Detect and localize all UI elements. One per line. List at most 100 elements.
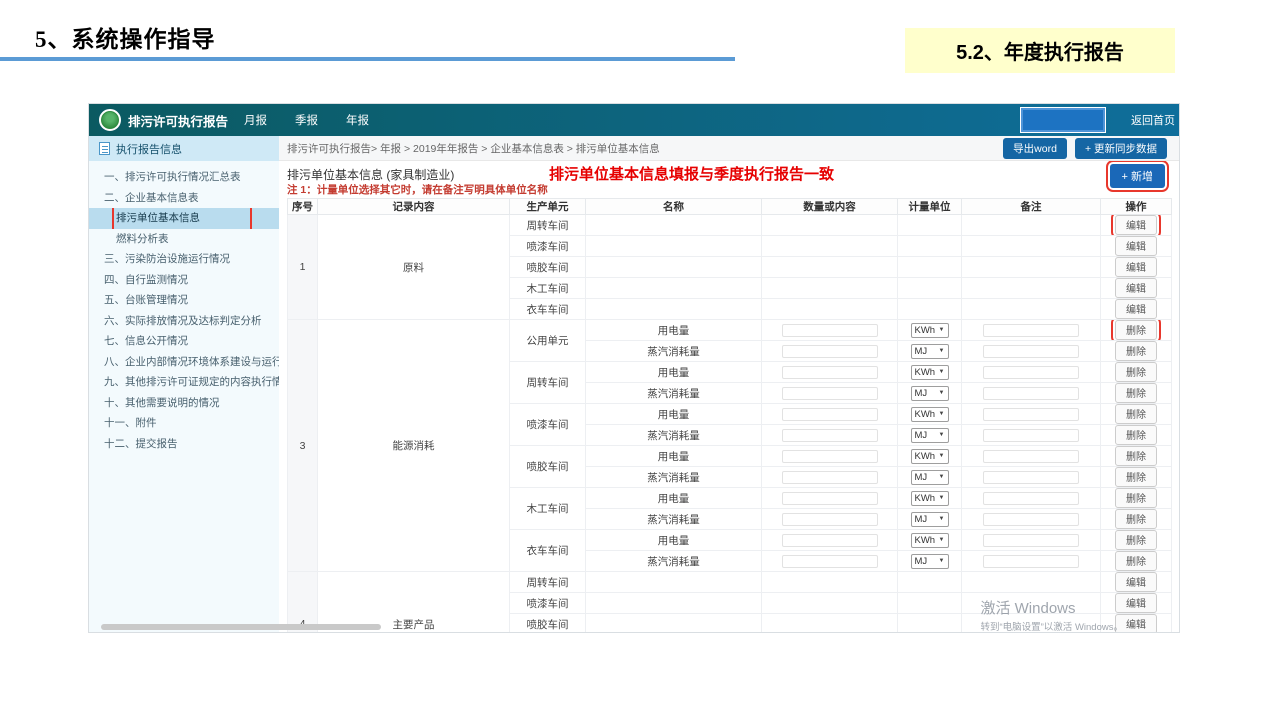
- delete-button[interactable]: 删除: [1115, 362, 1157, 382]
- delete-button[interactable]: 删除: [1115, 341, 1157, 361]
- sidebar-item[interactable]: 六、实际排放情况及达标判定分析: [89, 311, 279, 332]
- measure-unit-cell: MJ▼: [898, 425, 962, 446]
- sidebar-item[interactable]: 十二、提交报告: [89, 434, 279, 455]
- content-head: 排污单位基本信息 (家具制造业) 排污单位基本信息填报与季度执行报告一致 + 新…: [287, 163, 1171, 184]
- sidebar-item[interactable]: 三、污染防治设施运行情况: [89, 249, 279, 270]
- home-link[interactable]: 返回首页: [1131, 112, 1175, 128]
- sidebar-item[interactable]: 二、企业基本信息表: [89, 188, 279, 209]
- sidebar-item[interactable]: 八、企业内部情况环境体系建设与运行情况: [89, 352, 279, 373]
- tab-monthly[interactable]: 月报: [244, 112, 267, 128]
- sidebar-item[interactable]: 燃料分析表: [89, 229, 279, 250]
- delete-button[interactable]: 删除: [1115, 404, 1157, 424]
- remark-input[interactable]: [983, 366, 1079, 379]
- remark-input[interactable]: [983, 324, 1079, 337]
- edit-button[interactable]: 编辑: [1115, 236, 1157, 256]
- remark-input[interactable]: [983, 387, 1079, 400]
- remark-input[interactable]: [983, 555, 1079, 568]
- measure-unit-cell: [898, 572, 962, 593]
- edit-button[interactable]: 编辑: [1115, 257, 1157, 277]
- quantity-input[interactable]: [782, 513, 878, 526]
- measure-unit-select[interactable]: MJ▼: [911, 512, 949, 527]
- remark-input[interactable]: [983, 429, 1079, 442]
- export-word-button[interactable]: 导出word: [1003, 138, 1067, 159]
- sync-data-button[interactable]: + 更新同步数据: [1075, 138, 1167, 159]
- remark-cell: [962, 236, 1101, 257]
- quantity-input[interactable]: [782, 429, 878, 442]
- column-header: 数量或内容: [762, 199, 898, 215]
- measure-unit-select[interactable]: MJ▼: [911, 386, 949, 401]
- sidebar-item[interactable]: 五、台账管理情况: [89, 290, 279, 311]
- quantity-input[interactable]: [782, 555, 878, 568]
- measure-unit-select[interactable]: KWh▼: [911, 491, 949, 506]
- delete-button[interactable]: 删除: [1115, 425, 1157, 445]
- edit-button[interactable]: 编辑: [1115, 572, 1157, 592]
- remark-input[interactable]: [983, 492, 1079, 505]
- quantity-input[interactable]: [782, 345, 878, 358]
- quantity-input[interactable]: [782, 450, 878, 463]
- remark-cell: [962, 488, 1101, 509]
- edit-button[interactable]: 编辑: [1115, 215, 1157, 235]
- remark-input[interactable]: [983, 513, 1079, 526]
- operation-cell: 编辑: [1101, 593, 1172, 614]
- quantity-input[interactable]: [782, 408, 878, 421]
- remark-cell: [962, 320, 1101, 341]
- sidebar-item[interactable]: 一、排污许可执行情况汇总表: [89, 167, 279, 188]
- operation-cell: 编辑: [1101, 215, 1172, 236]
- measure-unit-select[interactable]: KWh▼: [911, 449, 949, 464]
- delete-button[interactable]: 删除: [1115, 509, 1157, 529]
- quantity-input[interactable]: [782, 471, 878, 484]
- delete-button[interactable]: 删除: [1115, 530, 1157, 550]
- delete-button[interactable]: 删除: [1115, 446, 1157, 466]
- remark-input[interactable]: [983, 345, 1079, 358]
- measure-unit-select[interactable]: KWh▼: [911, 533, 949, 548]
- measure-unit-select[interactable]: MJ▼: [911, 344, 949, 359]
- remark-input[interactable]: [983, 471, 1079, 484]
- remark-input[interactable]: [983, 450, 1079, 463]
- delete-button[interactable]: 删除: [1115, 383, 1157, 403]
- production-unit-cell: 喷胶车间: [510, 257, 586, 278]
- remark-cell: [962, 530, 1101, 551]
- horizontal-scrollbar[interactable]: [101, 624, 381, 630]
- quantity-input[interactable]: [782, 324, 878, 337]
- remark-input[interactable]: [983, 408, 1079, 421]
- measure-unit-select[interactable]: KWh▼: [911, 407, 949, 422]
- operation-cell: 删除: [1101, 467, 1172, 488]
- measure-unit-value: MJ: [915, 472, 928, 483]
- sidebar-item[interactable]: 排污单位基本信息: [89, 208, 279, 229]
- quantity-input[interactable]: [782, 387, 878, 400]
- measure-unit-select[interactable]: MJ▼: [911, 554, 949, 569]
- quantity-input[interactable]: [782, 366, 878, 379]
- measure-unit-value: KWh: [915, 493, 936, 504]
- delete-button[interactable]: 删除: [1115, 320, 1157, 340]
- production-unit-cell: 喷漆车间: [510, 593, 586, 614]
- production-unit-cell: 公用单元: [510, 320, 586, 362]
- sidebar-item[interactable]: 四、自行监测情况: [89, 270, 279, 291]
- edit-button[interactable]: 编辑: [1115, 593, 1157, 613]
- measure-unit-select[interactable]: KWh▼: [911, 365, 949, 380]
- remark-cell: [962, 509, 1101, 530]
- measure-unit-select[interactable]: MJ▼: [911, 470, 949, 485]
- delete-button[interactable]: 删除: [1115, 488, 1157, 508]
- sidebar-item-label: 燃料分析表: [116, 233, 169, 245]
- sidebar-item[interactable]: 十、其他需要说明的情况: [89, 393, 279, 414]
- measure-unit-value: KWh: [915, 409, 936, 420]
- edit-button[interactable]: 编辑: [1115, 614, 1157, 633]
- tab-annual[interactable]: 年报: [346, 112, 369, 128]
- quantity-input[interactable]: [782, 534, 878, 547]
- sidebar-item[interactable]: 九、其他排污许可证规定的内容执行情况: [89, 372, 279, 393]
- edit-button[interactable]: 编辑: [1115, 299, 1157, 319]
- tab-quarterly[interactable]: 季报: [295, 112, 318, 128]
- name-cell: [586, 593, 762, 614]
- sidebar-item[interactable]: 十一、附件: [89, 413, 279, 434]
- measure-unit-select[interactable]: KWh▼: [911, 323, 949, 338]
- chevron-down-icon: ▼: [939, 411, 945, 417]
- edit-button[interactable]: 编辑: [1115, 278, 1157, 298]
- quantity-input[interactable]: [782, 492, 878, 505]
- delete-button[interactable]: 删除: [1115, 551, 1157, 571]
- add-new-button[interactable]: + 新增: [1110, 164, 1165, 188]
- measure-unit-select[interactable]: MJ▼: [911, 428, 949, 443]
- delete-button[interactable]: 删除: [1115, 467, 1157, 487]
- remark-input[interactable]: [983, 534, 1079, 547]
- measure-unit-value: MJ: [915, 430, 928, 441]
- sidebar-item[interactable]: 七、信息公开情况: [89, 331, 279, 352]
